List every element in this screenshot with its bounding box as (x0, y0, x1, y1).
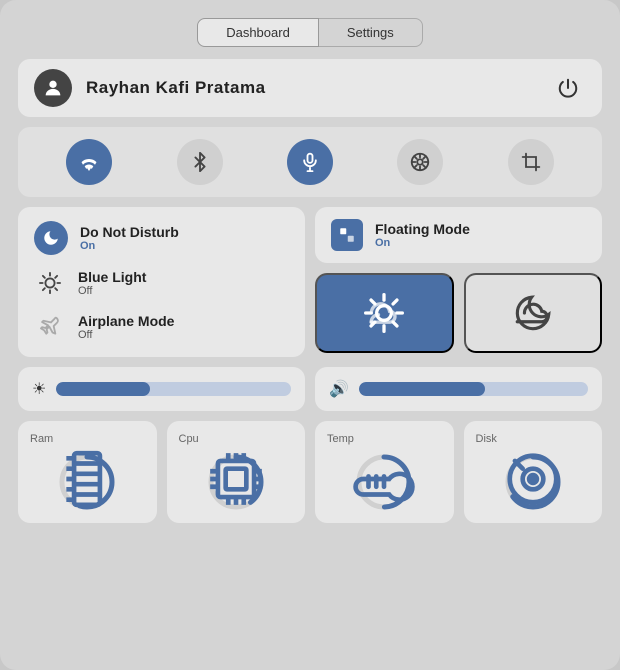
volume-slider-card: 🔊 (315, 367, 602, 411)
airplane-mode-title: Airplane Mode (78, 313, 174, 329)
setting-airplane-mode[interactable]: Airplane Mode Off (34, 311, 289, 343)
volume-track[interactable] (359, 382, 588, 396)
stats-row: Ram (18, 421, 602, 523)
disk-label: Disk (472, 433, 497, 445)
brightness-track[interactable] (56, 382, 291, 396)
quick-toggles-bar (18, 127, 602, 197)
user-name: Rayhan Kafi Pratama (86, 78, 536, 98)
volume-fill (359, 382, 485, 396)
cpu-icon (205, 448, 267, 516)
stat-cpu: Cpu (167, 421, 306, 523)
floating-mode-icon (331, 219, 363, 251)
user-row: Rayhan Kafi Pratama (18, 59, 602, 117)
blue-light-icon (34, 267, 66, 299)
sliders-row: ☀ 🔊 (18, 367, 602, 411)
temp-icon (353, 448, 415, 516)
floating-mode-status: On (375, 237, 470, 249)
stat-disk: Disk (464, 421, 603, 523)
ram-label: Ram (26, 433, 53, 445)
tab-settings[interactable]: Settings (319, 18, 423, 47)
disk-circle (502, 451, 564, 513)
floating-mode-title: Floating Mode (375, 221, 470, 237)
do-not-disturb-icon (34, 221, 68, 255)
stat-ram: Ram (18, 421, 157, 523)
airplane-mode-icon (34, 311, 66, 343)
bluetooth-toggle[interactable] (177, 139, 223, 185)
power-button[interactable] (550, 70, 586, 106)
do-not-disturb-status: On (80, 240, 179, 252)
tab-bar: Dashboard Settings (18, 18, 602, 47)
brightness-icon: ☀ (32, 379, 46, 399)
volume-icon: 🔊 (329, 379, 349, 399)
avatar (34, 69, 72, 107)
weather-night-button[interactable] (464, 273, 603, 353)
brightness-fill (56, 382, 150, 396)
brightness-slider-card: ☀ (18, 367, 305, 411)
floating-mode-card[interactable]: Floating Mode On (315, 207, 602, 263)
temp-label: Temp (323, 433, 354, 445)
mic-toggle[interactable] (287, 139, 333, 185)
setting-blue-light[interactable]: Blue Light Off (34, 267, 289, 299)
weather-day-button[interactable] (315, 273, 454, 353)
ram-circle (56, 451, 118, 513)
blue-light-status: Off (78, 285, 146, 297)
setting-do-not-disturb[interactable]: Do Not Disturb On (34, 221, 289, 255)
airplane-mode-status: Off (78, 329, 174, 341)
app-container: Dashboard Settings Rayhan Kafi Pratama (0, 0, 620, 670)
do-not-disturb-title: Do Not Disturb (80, 224, 179, 240)
blue-light-title: Blue Light (78, 269, 146, 285)
wifi-toggle[interactable] (66, 139, 112, 185)
weather-row (315, 273, 602, 353)
crop-toggle[interactable] (508, 139, 554, 185)
disk-icon (502, 448, 564, 516)
cpu-circle (205, 451, 267, 513)
settings-left-panel: Do Not Disturb On (18, 207, 305, 357)
cpu-label: Cpu (175, 433, 199, 445)
temp-circle (353, 451, 415, 513)
settings-right-panel: Floating Mode On (315, 207, 602, 357)
stat-temp: Temp (315, 421, 454, 523)
camera-toggle[interactable] (397, 139, 443, 185)
tab-dashboard[interactable]: Dashboard (197, 18, 319, 47)
settings-weather-grid: Do Not Disturb On (18, 207, 602, 357)
ram-icon (56, 448, 118, 516)
